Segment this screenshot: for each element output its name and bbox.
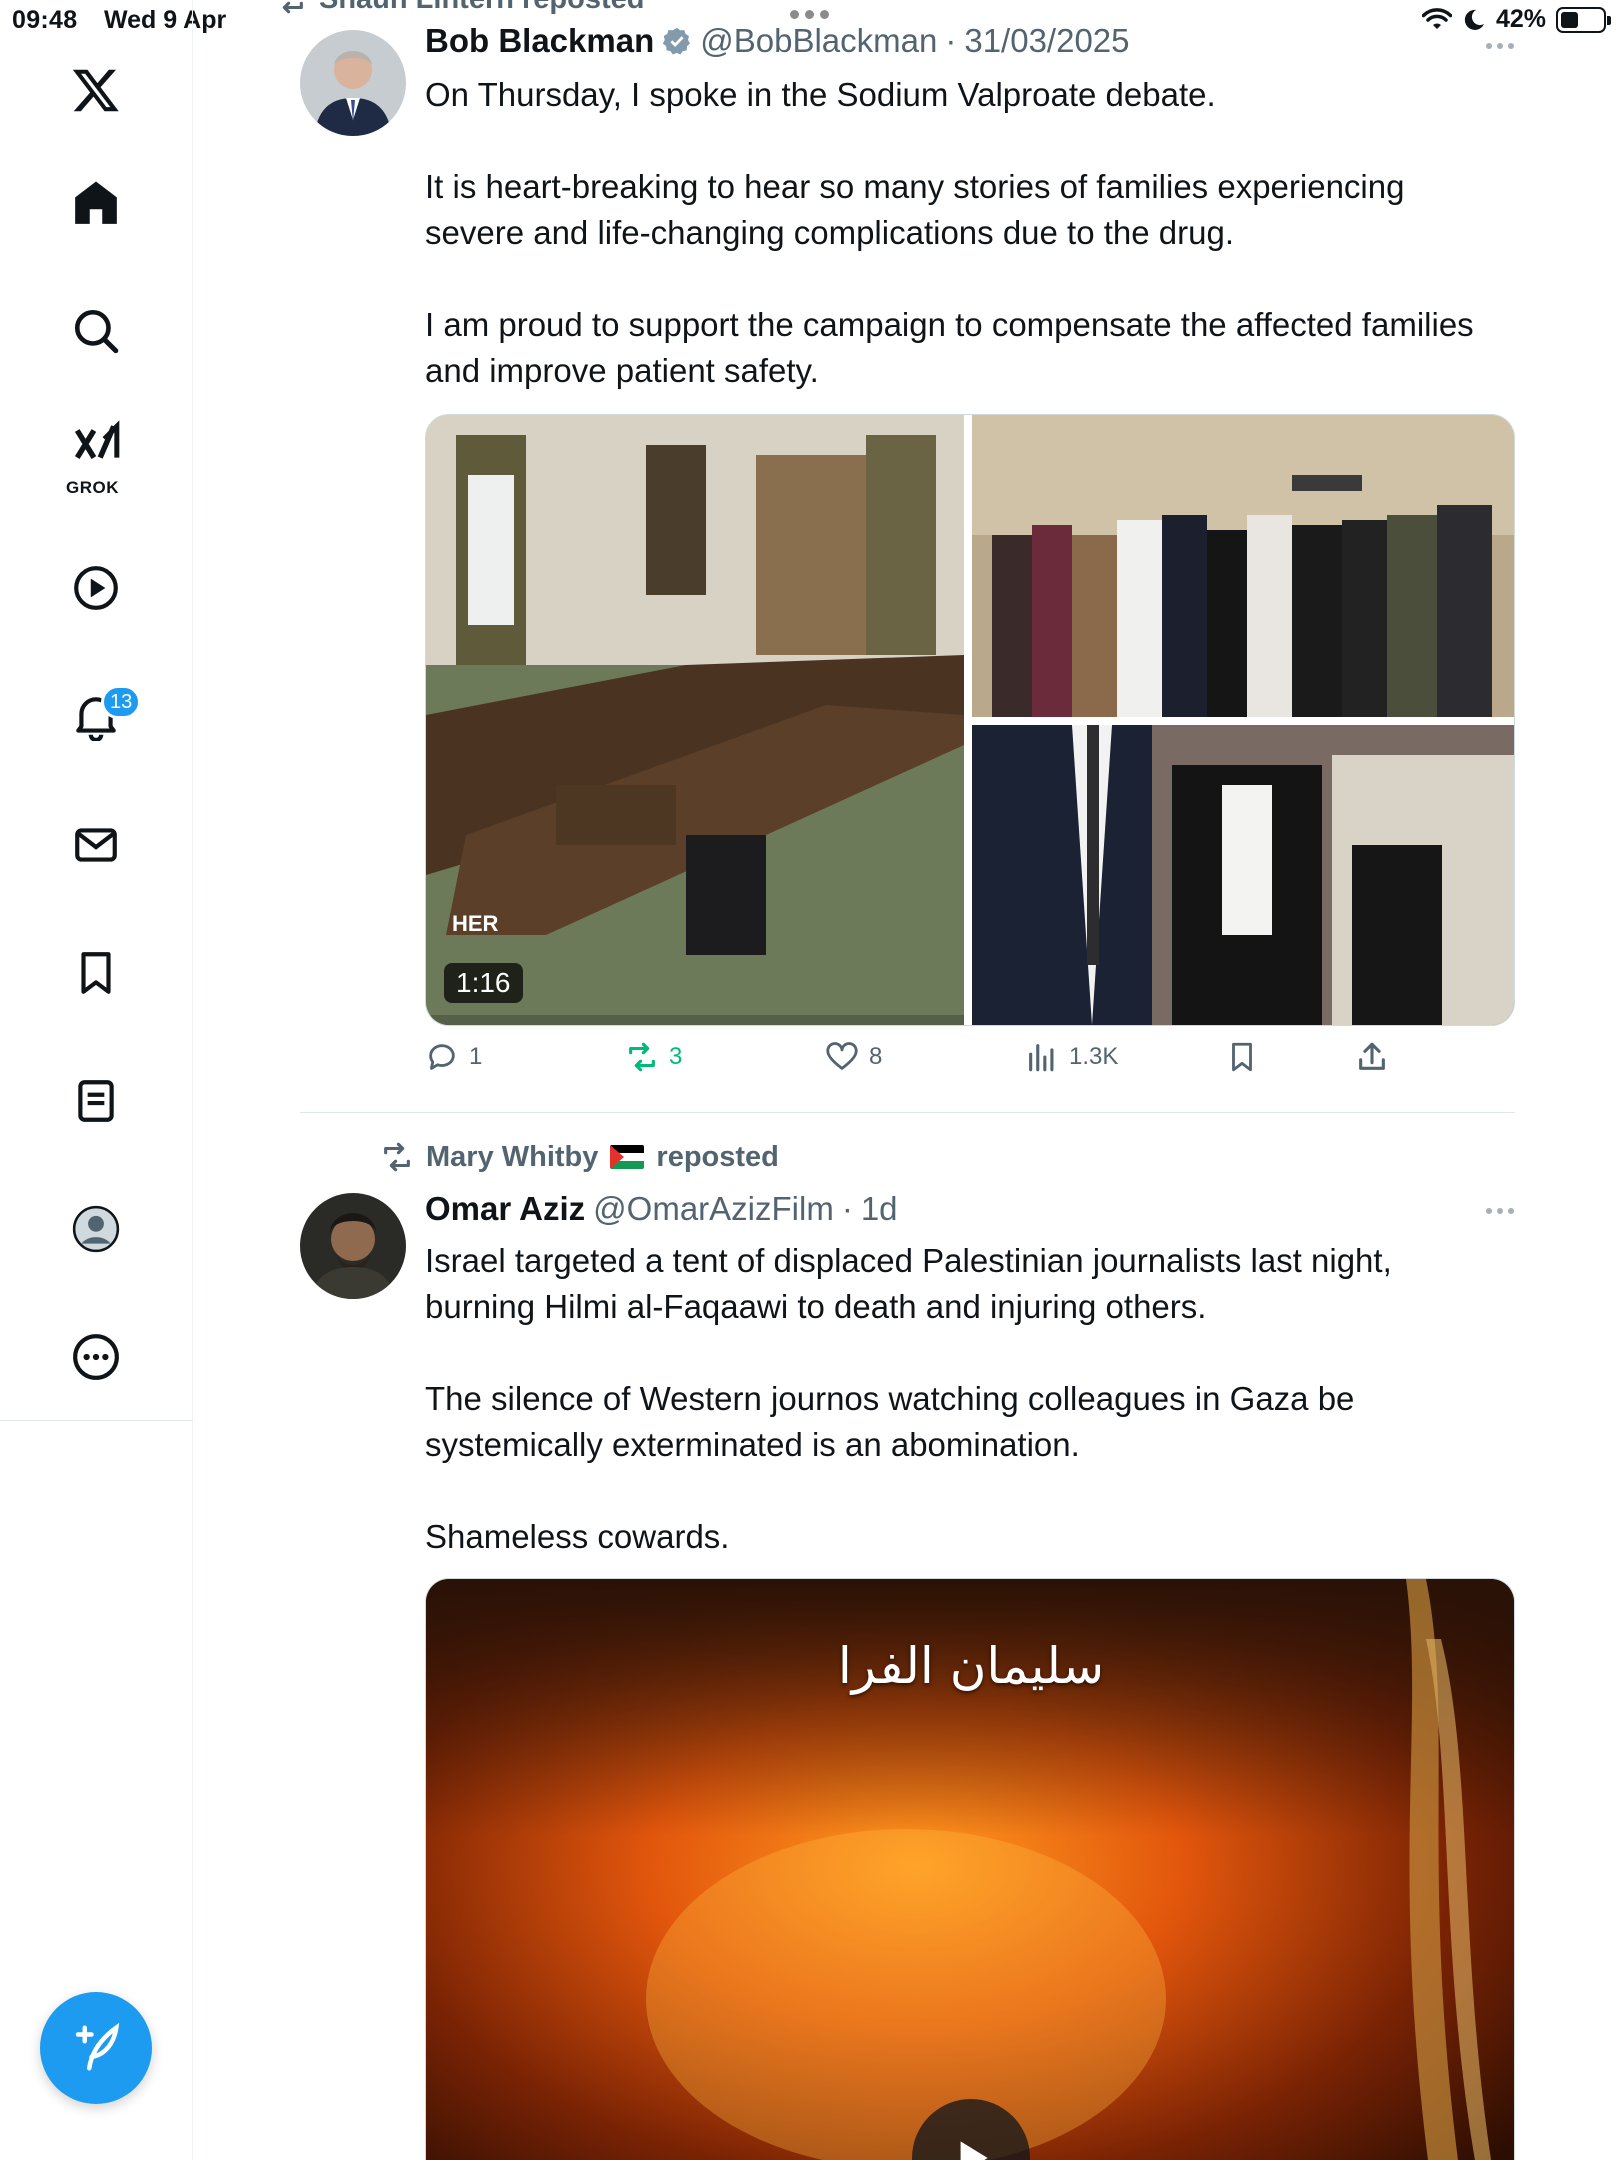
tweet-more-button[interactable] (1480, 1201, 1520, 1221)
tweet-text: Israel targeted a tent of displaced Pale… (425, 1242, 1392, 1555)
reposted-by-name: Mary Whitby (426, 1140, 599, 1173)
home-icon (75, 181, 117, 224)
repost-button[interactable]: 3 (625, 1040, 682, 1074)
tweet-more-button[interactable] (1480, 36, 1520, 56)
reply-icon (429, 1044, 455, 1070)
sidebar-nav: GROK 13 (0, 0, 193, 2160)
sidebar-item-profile[interactable] (56, 1189, 136, 1269)
repost-context[interactable]: Mary Whitby reposted (380, 1140, 779, 1174)
avatar[interactable] (300, 1193, 406, 1299)
sidebar-item-lists[interactable] (56, 1061, 136, 1141)
sidebar-item-home[interactable] (56, 163, 136, 243)
video-duration: 1:16 (444, 963, 523, 1003)
sidebar-item-more[interactable] (56, 1317, 136, 1397)
reposted-suffix: reposted (656, 1140, 779, 1173)
profile-icon (72, 1205, 120, 1253)
share-icon (1359, 1042, 1385, 1070)
palestine-flag-icon (610, 1145, 645, 1169)
more-icon (73, 1334, 119, 1380)
tweet-timestamp[interactable]: 1d (861, 1190, 898, 1228)
repost-icon (282, 1, 303, 14)
sidebar-item-video[interactable] (56, 548, 136, 628)
author-name[interactable]: Bob Blackman (425, 22, 654, 60)
repost-context[interactable]: Shaun Lintern reposted (273, 0, 644, 16)
analytics-icon (1029, 1044, 1054, 1072)
compose-feather-icon (75, 2022, 120, 2071)
heart-icon (826, 1042, 858, 1070)
author-handle[interactable]: @OmarAzizFilm (593, 1190, 834, 1228)
reply-count: 1 (469, 1043, 483, 1070)
repost-count: 3 (669, 1043, 683, 1070)
search-icon (74, 309, 119, 354)
play-icon (960, 2141, 988, 2160)
bookmark-icon (1232, 1042, 1252, 1072)
sidebar-item-bookmarks[interactable] (56, 933, 136, 1013)
view-count: 1.3K (1069, 1043, 1119, 1070)
photo-group[interactable] (972, 415, 1514, 717)
grok-icon (74, 420, 120, 460)
share-button[interactable] (1355, 1040, 1389, 1074)
tweet-actions: 1 3 8 1.3K (425, 1040, 1425, 1084)
compose-post-button[interactable] (40, 1992, 152, 2104)
notification-count-badge: 13 (101, 685, 142, 719)
mail-icon (75, 828, 117, 862)
repost-icon (384, 1142, 410, 1172)
x-logo-icon[interactable] (56, 50, 136, 130)
grok-label: GROK (66, 478, 119, 497)
tweet-timestamp[interactable]: 31/03/2025 (964, 22, 1129, 60)
reposted-by-label: Shaun Lintern reposted (319, 0, 644, 16)
video-player[interactable]: سليمان الفرا (425, 1578, 1515, 2160)
like-button[interactable]: 8 (825, 1040, 882, 1074)
video-caption: HER (452, 911, 499, 936)
separator-dot: · (841, 1190, 853, 1227)
tweet-header: Bob Blackman @BobBlackman · 31/03/2025 (425, 22, 1130, 60)
avatar[interactable] (300, 30, 406, 136)
sidebar-item-grok[interactable] (56, 410, 136, 476)
author-handle[interactable]: @BobBlackman (700, 22, 937, 60)
sidebar-divider (0, 1420, 193, 1421)
bookmark-icon (81, 952, 111, 994)
video-icon (74, 566, 118, 610)
like-count: 8 (869, 1043, 883, 1070)
sidebar-item-search[interactable] (56, 291, 136, 371)
verified-badge-icon (662, 27, 691, 55)
video-thumbnail[interactable]: HER 1:16 (426, 415, 964, 1025)
repost-icon (629, 1042, 655, 1072)
lists-icon (78, 1080, 114, 1122)
bookmark-button[interactable] (1225, 1040, 1259, 1074)
tweet-media-grid[interactable]: HER 1:16 (425, 414, 1515, 1026)
video-overlay-text: سليمان الفرا (837, 1637, 1105, 1695)
photo-trio[interactable] (972, 725, 1514, 1025)
tweet-header: Omar Aziz @OmarAzizFilm · 1d (425, 1190, 898, 1228)
author-name[interactable]: Omar Aziz (425, 1190, 585, 1228)
tweet-divider (300, 1112, 1515, 1113)
separator-dot: · (945, 22, 957, 59)
reply-button[interactable]: 1 (425, 1040, 482, 1074)
sidebar-item-messages[interactable] (56, 805, 136, 885)
tweet-text: On Thursday, I spoke in the Sodium Valpr… (425, 76, 1474, 389)
timeline-feed[interactable]: Shaun Lintern reposted Bob Blackman @Bob… (193, 0, 1620, 2160)
views-button[interactable]: 1.3K (1025, 1040, 1118, 1074)
